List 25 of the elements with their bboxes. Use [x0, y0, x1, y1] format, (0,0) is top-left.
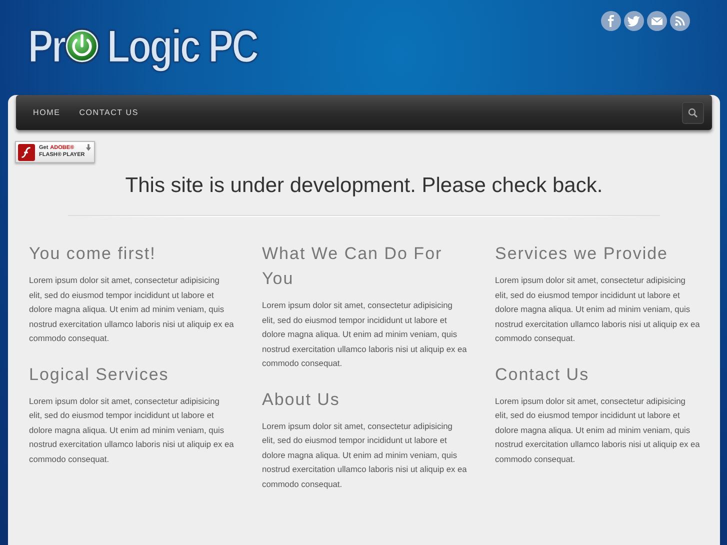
section-heading: About Us — [262, 388, 341, 410]
download-arrow-icon — [86, 144, 91, 151]
section-heading: What We Can Do For You — [262, 243, 444, 290]
section-paragraph: Lorem ipsum dolor sit amet, consectetur adipisicing elit, sed do eiusmod tempor incididunt ut labore et dolore magna aliqua. Ut enim ad minim veniam, quis nostrud exercitation ullamco laboris nisi ut aliquip ex ea commodo consequat. — [262, 420, 467, 491]
notice-heading: This site is under development. Please check back. — [124, 173, 604, 199]
rss-icon[interactable] — [670, 11, 690, 31]
section-heading: Contact Us — [495, 364, 590, 386]
section-heading: You come first! — [29, 243, 157, 265]
search-icon — [688, 108, 698, 118]
section-paragraph: Lorem ipsum dolor sit amet, consectetur adipisicing elit, sed do eiusmod tempor incididunt ut labore et dolore magna aliqua. Ut enim ad minim veniam, quis nostrud exercitation ullamco laboris nisi ut aliquip ex ea commodo consequat. — [495, 274, 700, 345]
section-heading: Services we Provide — [495, 243, 670, 265]
logo-text: Pr — [28, 20, 65, 72]
section-paragraph: Lorem ipsum dolor sit amet, consectetur adipisicing elit, sed do eiusmod tempor incididunt ut labore et dolore magna aliqua. Ut enim ad minim veniam, quis nostrud exercitation ullamco laboris nisi ut aliquip ex ea commodo consequat. — [495, 394, 700, 466]
nav-link[interactable]: CONTACT US — [79, 108, 138, 117]
bird-icon[interactable] — [624, 11, 644, 31]
facebook-icon[interactable] — [601, 11, 621, 31]
mail-icon[interactable] — [647, 11, 667, 31]
nav-link[interactable]: HOME — [33, 108, 60, 117]
section-paragraph: Lorem ipsum dolor sit amet, consectetur adipisicing elit, sed do eiusmod tempor incididunt ut labore et dolore magna aliqua. Ut enim ad minim veniam, quis nostrud exercitation ullamco laboris nisi ut aliquip ex ea commodo consequat. — [262, 299, 467, 370]
flash-logo-icon — [18, 144, 35, 160]
search-button[interactable] — [682, 102, 704, 124]
section-paragraph: Lorem ipsum dolor sit amet, consectetur adipisicing elit, sed do eiusmod tempor incididunt ut labore et dolore magna aliqua. Ut enim ad minim veniam, quis nostrud exercitation ullamco laboris nisi ut aliquip ex ea commodo consequat. — [29, 394, 234, 466]
section-paragraph: Lorem ipsum dolor sit amet, consectetur adipisicing elit, sed do eiusmod tempor incididunt ut labore et dolore magna aliqua. Ut enim ad minim veniam, quis nostrud exercitation ullamco laboris nisi ut aliquip ex ea commodo consequat. — [29, 274, 234, 345]
section-heading: Logical Services — [29, 364, 170, 386]
logo-text: Logic PC — [106, 20, 257, 72]
